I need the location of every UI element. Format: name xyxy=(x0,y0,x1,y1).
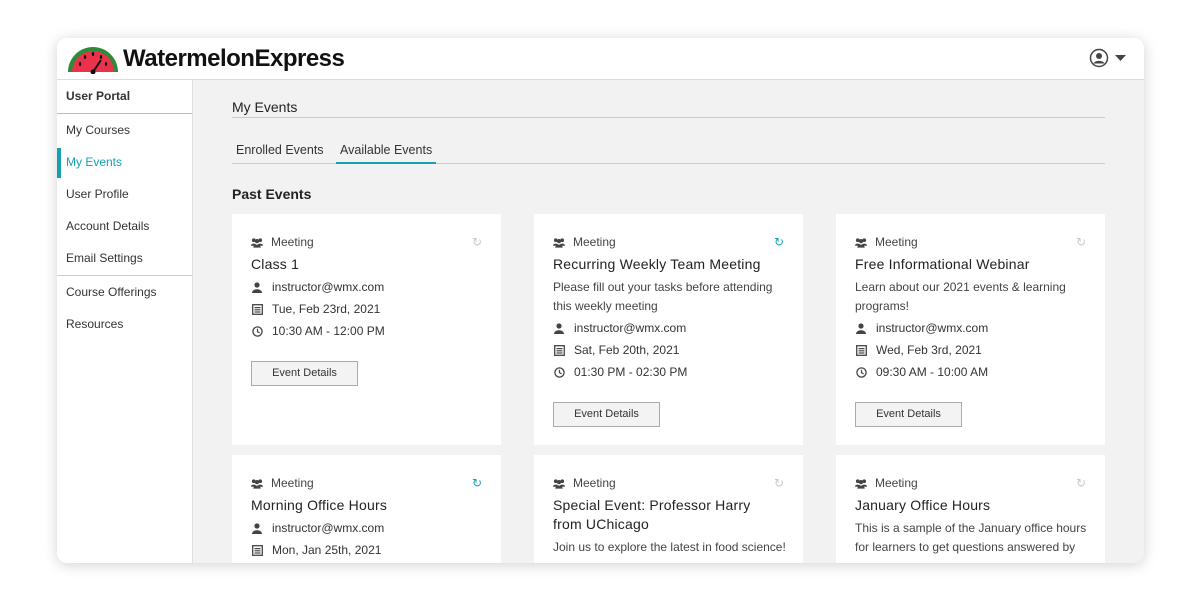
refresh-icon[interactable]: ↻ xyxy=(774,476,784,490)
event-type-row: Meeting xyxy=(251,235,314,249)
refresh-icon[interactable]: ↻ xyxy=(1076,476,1086,490)
user-menu[interactable] xyxy=(1089,48,1126,68)
event-type-row: Meeting xyxy=(553,476,616,490)
sidebar-item-user-profile[interactable]: User Profile xyxy=(57,178,192,210)
users-icon xyxy=(553,477,565,489)
sidebar-item-resources[interactable]: Resources xyxy=(57,308,192,340)
event-title: Special Event: Professor Harry from UChi… xyxy=(553,497,751,532)
event-title: Free Informational Webinar xyxy=(855,256,1030,272)
event-type: Meeting xyxy=(573,235,616,249)
app-window: WatermelonExpress User Portal My Courses… xyxy=(57,38,1144,563)
clock-icon xyxy=(251,325,263,337)
event-title: January Office Hours xyxy=(855,497,991,513)
account-circle-icon xyxy=(1089,48,1109,68)
event-email-row: instructor@wmx.com xyxy=(251,521,384,535)
users-icon xyxy=(251,236,263,248)
clock-icon xyxy=(553,366,565,378)
event-time: 10:30 AM - 12:00 PM xyxy=(272,324,385,338)
event-email-row: instructor@wmx.com xyxy=(553,321,686,335)
users-icon xyxy=(251,477,263,489)
event-date: Wed, Feb 3rd, 2021 xyxy=(876,343,982,357)
event-description: Join us to explore the latest in food sc… xyxy=(553,540,786,554)
sidebar-item-my-courses[interactable]: My Courses xyxy=(57,114,192,146)
event-time-row: 09:30 AM - 10:00 AM xyxy=(855,365,988,379)
event-date: Mon, Jan 25th, 2021 xyxy=(272,543,382,557)
event-card: Meeting ↻ Free Informational Webinar Lea… xyxy=(836,214,1105,445)
calendar-icon xyxy=(251,303,263,315)
event-time: 01:30 PM - 02:30 PM xyxy=(574,365,688,379)
event-email: instructor@wmx.com xyxy=(272,280,385,294)
event-details-button[interactable]: Event Details xyxy=(855,402,962,427)
event-type: Meeting xyxy=(271,476,314,490)
event-type: Meeting xyxy=(573,476,616,490)
event-card: Meeting ↻ Special Event: Professor Harry… xyxy=(534,455,803,563)
users-icon xyxy=(553,236,565,248)
event-time-row: 10:30 AM - 12:00 PM xyxy=(251,324,385,338)
event-tabs: Enrolled Events Available Events xyxy=(232,140,1105,164)
title-divider xyxy=(232,117,1105,118)
user-icon xyxy=(251,281,263,293)
event-email: instructor@wmx.com xyxy=(272,521,385,535)
sidebar-item-account-details[interactable]: Account Details xyxy=(57,210,192,242)
calendar-icon xyxy=(553,344,565,356)
event-email: instructor@wmx.com xyxy=(574,321,687,335)
users-icon xyxy=(855,477,867,489)
event-date-row: Tue, Feb 23rd, 2021 xyxy=(251,302,380,316)
user-icon xyxy=(855,322,867,334)
calendar-icon xyxy=(855,344,867,356)
user-icon xyxy=(553,322,565,334)
main-content: My Events Enrolled Events Available Even… xyxy=(193,80,1144,563)
event-card: Meeting ↻ Morning Office Hours instructo… xyxy=(232,455,501,563)
top-bar: WatermelonExpress xyxy=(57,38,1144,80)
event-description: Please fill out your tasks before attend… xyxy=(553,280,773,313)
clock-icon xyxy=(855,366,867,378)
event-time: 09:30 AM - 10:00 AM xyxy=(876,365,989,379)
refresh-icon[interactable]: ↻ xyxy=(472,476,482,490)
event-type: Meeting xyxy=(271,235,314,249)
event-email: instructor@wmx.com xyxy=(876,321,989,335)
event-time-row: 01:30 PM - 02:30 PM xyxy=(553,365,687,379)
event-type-row: Meeting xyxy=(553,235,616,249)
sidebar-item-email-settings[interactable]: Email Settings xyxy=(57,242,192,274)
page-title: My Events xyxy=(232,99,298,115)
section-title: Past Events xyxy=(232,186,312,202)
sidebar-header: User Portal xyxy=(57,80,192,114)
calendar-icon xyxy=(251,544,263,556)
watermelon-logo xyxy=(68,47,118,74)
refresh-icon[interactable]: ↻ xyxy=(1076,235,1086,249)
event-card: Meeting ↻ Class 1 instructor@wmx.com Tue… xyxy=(232,214,501,445)
event-type: Meeting xyxy=(875,476,918,490)
chevron-down-icon xyxy=(1115,54,1126,61)
event-description: This is a sample of the January office h… xyxy=(855,521,1087,554)
tab-available-events[interactable]: Available Events xyxy=(336,143,437,164)
tab-enrolled-events[interactable]: Enrolled Events xyxy=(236,143,324,162)
event-date: Tue, Feb 23rd, 2021 xyxy=(272,302,381,316)
refresh-icon[interactable]: ↻ xyxy=(774,235,784,249)
users-icon xyxy=(855,236,867,248)
event-date: Sat, Feb 20th, 2021 xyxy=(574,343,680,357)
event-email-row: instructor@wmx.com xyxy=(855,321,988,335)
event-type-row: Meeting xyxy=(251,476,314,490)
event-details-button[interactable]: Event Details xyxy=(553,402,660,427)
refresh-icon[interactable]: ↻ xyxy=(472,235,482,249)
event-date-row: Wed, Feb 3rd, 2021 xyxy=(855,343,982,357)
sidebar: User Portal My Courses My Events User Pr… xyxy=(57,80,193,563)
event-title: Class 1 xyxy=(251,256,300,272)
event-email-row: instructor@wmx.com xyxy=(251,280,384,294)
brand-name: WatermelonExpress xyxy=(123,45,345,72)
event-type: Meeting xyxy=(875,235,918,249)
event-description: Learn about our 2021 events & learning p… xyxy=(855,280,1066,313)
event-type-row: Meeting xyxy=(855,235,918,249)
event-type-row: Meeting xyxy=(855,476,918,490)
event-card: Meeting ↻ Recurring Weekly Team Meeting … xyxy=(534,214,803,445)
event-card: Meeting ↻ January Office Hours This is a… xyxy=(836,455,1105,563)
event-details-button[interactable]: Event Details xyxy=(251,361,358,386)
sidebar-item-my-events[interactable]: My Events xyxy=(57,146,192,178)
event-title: Recurring Weekly Team Meeting xyxy=(553,256,761,272)
event-title: Morning Office Hours xyxy=(251,497,388,513)
user-icon xyxy=(251,522,263,534)
sidebar-item-course-offerings[interactable]: Course Offerings xyxy=(57,276,192,308)
event-date-row: Mon, Jan 25th, 2021 xyxy=(251,543,381,557)
event-date-row: Sat, Feb 20th, 2021 xyxy=(553,343,679,357)
